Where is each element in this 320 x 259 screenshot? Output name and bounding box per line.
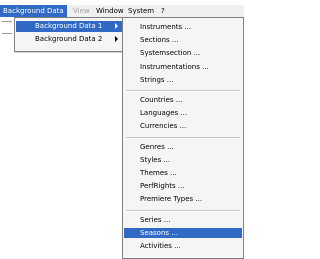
menu-background-data[interactable]: Background Data: [0, 5, 67, 17]
chevron-right-icon: [115, 23, 118, 29]
menu-item-strings[interactable]: Strings ...: [124, 75, 242, 85]
menu-item-series[interactable]: Series ...: [124, 215, 242, 225]
menu-window[interactable]: Window: [93, 5, 127, 17]
menu-item-currencies[interactable]: Currencies ...: [124, 121, 242, 131]
background-data-1-menu: Instruments ... Sections ... Systemsection…: [122, 17, 244, 259]
menu-item-activities[interactable]: Activities ...: [124, 241, 242, 251]
menu-item-systemsection[interactable]: Systemsection ...: [124, 48, 242, 58]
submenu-item-background-data-2[interactable]: Background Data 2: [16, 34, 122, 45]
menu-item-instrumentations[interactable]: Instrumentations ...: [124, 62, 242, 72]
menu-help[interactable]: ?: [158, 5, 168, 17]
submenu-item-label: Background Data 2: [35, 35, 103, 43]
menu-separator: [126, 136, 240, 139]
menu-item-styles[interactable]: Styles ...: [124, 155, 242, 165]
divider: [2, 21, 12, 22]
menu-separator: [126, 209, 240, 212]
menu-system[interactable]: System: [125, 5, 157, 17]
menu-separator: [126, 90, 240, 92]
menu-item-seasons[interactable]: Seasons ...: [124, 227, 242, 238]
menu-item-perfrights[interactable]: PerfRights ...: [124, 181, 242, 191]
chevron-right-icon: [115, 36, 118, 42]
submenu-item-background-data-1[interactable]: Background Data 1: [16, 21, 122, 32]
menu-item-sections[interactable]: Sections ...: [124, 35, 242, 45]
menu-item-instruments[interactable]: Instruments ...: [124, 22, 242, 32]
background-window-edge: [0, 17, 14, 47]
menu-view[interactable]: View: [70, 5, 93, 17]
divider: [2, 33, 12, 34]
menu-item-genres[interactable]: Genres ...: [124, 142, 242, 152]
menu-item-languages[interactable]: Languages ...: [124, 108, 242, 118]
menu-item-premiere-types[interactable]: Premiere Types ...: [124, 194, 242, 204]
menu-item-countries[interactable]: Countries ...: [124, 95, 242, 105]
menu-item-themes[interactable]: Themes ...: [124, 168, 242, 178]
background-data-submenu: Background Data 1 Background Data 2: [14, 17, 124, 52]
submenu-item-label: Background Data 1: [35, 22, 103, 30]
